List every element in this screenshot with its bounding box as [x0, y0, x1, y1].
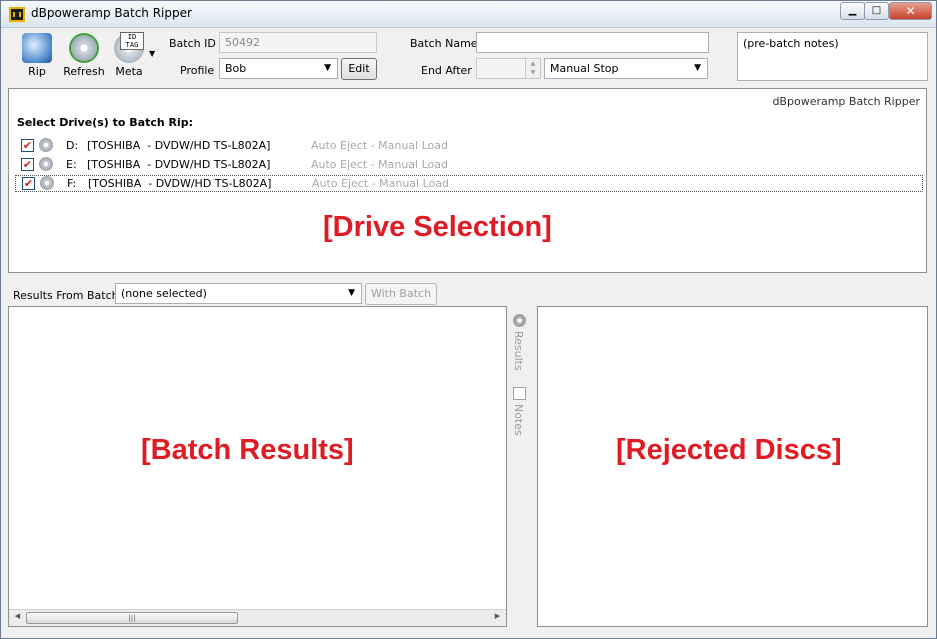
rejected-discs-placeholder: [Rejected Discs]: [616, 434, 842, 466]
refresh-label: Refresh: [63, 65, 105, 78]
drive-name: [TOSHIBA - DVDW/HD TS-L802A]: [87, 158, 271, 171]
cd-drive-icon: [39, 138, 53, 152]
results-batch-select[interactable]: (none selected) ▼: [115, 283, 362, 304]
batch-ripper-window: dBpoweramp Batch Ripper ▁ □ ✕ Rip Refres…: [0, 0, 937, 639]
close-icon: ✕: [905, 4, 916, 18]
title-bar: dBpoweramp Batch Ripper ▁ □ ✕: [1, 1, 936, 28]
checkmark-icon: ✔: [22, 139, 33, 152]
drive-letter: D:: [66, 139, 79, 152]
chevron-down-icon: ▼: [694, 63, 701, 73]
refresh-button[interactable]: Refresh: [63, 33, 105, 78]
maximize-button[interactable]: □: [864, 2, 889, 20]
rejected-discs-pane: [Rejected Discs]: [537, 306, 928, 627]
cd-drive-icon: [39, 157, 53, 171]
drive-selection-placeholder: [Drive Selection]: [323, 211, 552, 243]
batch-name-input[interactable]: [476, 32, 709, 53]
with-batch-button: With Batch >: [365, 283, 437, 319]
meta-label: Meta: [115, 65, 143, 78]
drive-f-checkbox[interactable]: ✔: [22, 177, 35, 190]
cd-drive-icon: [40, 176, 54, 190]
drive-e-checkbox[interactable]: ✔: [21, 158, 34, 171]
minimize-button[interactable]: ▁: [840, 2, 865, 20]
results-batch-value: (none selected): [121, 287, 207, 300]
end-after-label: End After: [421, 64, 472, 77]
results-from-batch-label: Results From Batch: [13, 289, 119, 302]
batch-id-field: 50492: [219, 32, 377, 53]
pre-batch-notes-input[interactable]: (pre-batch notes): [737, 32, 928, 81]
drive-selection-panel: dBpoweramp Batch Ripper Select Drive(s) …: [8, 88, 927, 273]
batch-results-placeholder: [Batch Results]: [141, 434, 354, 466]
batch-results-pane: [Batch Results] ◀ ||| ▶: [8, 306, 507, 627]
close-button[interactable]: ✕: [889, 2, 932, 20]
meta-button[interactable]: ID TAG Meta: [111, 32, 147, 78]
drive-name: [TOSHIBA - DVDW/HD TS-L802A]: [88, 177, 272, 190]
horizontal-scrollbar[interactable]: ◀ ||| ▶: [9, 609, 506, 626]
drive-letter: E:: [66, 158, 77, 171]
end-mode-select[interactable]: Manual Stop ▼: [544, 58, 708, 79]
drive-letter: F:: [67, 177, 77, 190]
rip-label: Rip: [28, 65, 46, 78]
chevron-down-icon: ▼: [348, 288, 355, 298]
chevron-down-icon: ▼: [324, 63, 331, 73]
meta-dropdown-arrow-icon[interactable]: ▼: [149, 49, 155, 58]
drive-status: Auto Eject - Manual Load: [311, 139, 448, 152]
drive-d-checkbox[interactable]: ✔: [21, 139, 34, 152]
drive-status: Auto Eject - Manual Load: [312, 177, 449, 190]
id-tag-icon: ID TAG: [120, 32, 144, 50]
drive-row-f[interactable]: ✔ F: [TOSHIBA - DVDW/HD TS-L802A] Auto E…: [15, 175, 923, 192]
batch-id-label: Batch ID: [169, 37, 216, 50]
profile-value: Bob: [225, 62, 247, 75]
minimize-icon: ▁: [848, 5, 857, 16]
profile-select[interactable]: Bob ▼: [219, 58, 338, 79]
checkmark-icon: ✔: [22, 158, 33, 171]
edit-profile-button[interactable]: Edit: [341, 58, 377, 80]
meta-icon: ID TAG: [114, 32, 144, 63]
tab-results[interactable]: Results: [512, 331, 525, 371]
tab-notes[interactable]: Notes: [512, 404, 525, 436]
results-tab-icon: [513, 314, 526, 327]
rip-icon: [22, 33, 52, 63]
drive-heading: Select Drive(s) to Batch Rip:: [17, 116, 194, 129]
checkmark-icon: ✔: [23, 177, 34, 190]
panel-caption: dBpoweramp Batch Ripper: [772, 95, 920, 108]
end-after-spinner: ▲ ▼: [525, 58, 541, 79]
rip-button[interactable]: Rip: [19, 33, 55, 78]
drive-row-d[interactable]: ✔ D: [TOSHIBA - DVDW/HD TS-L802A] Auto E…: [15, 137, 923, 154]
notes-tab-icon: [513, 387, 526, 400]
maximize-icon: □: [871, 5, 882, 16]
drive-name: [TOSHIBA - DVDW/HD TS-L802A]: [87, 139, 271, 152]
app-icon: [9, 7, 25, 22]
scroll-thumb[interactable]: |||: [26, 612, 238, 624]
refresh-icon: [69, 33, 99, 63]
drive-status: Auto Eject - Manual Load: [311, 158, 448, 171]
side-tabs: Results Notes: [509, 311, 531, 451]
window-title: dBpoweramp Batch Ripper: [31, 6, 192, 20]
profile-label: Profile: [180, 64, 215, 77]
drive-row-e[interactable]: ✔ E: [TOSHIBA - DVDW/HD TS-L802A] Auto E…: [15, 156, 923, 173]
batch-name-label: Batch Name: [410, 37, 478, 50]
scroll-right-icon[interactable]: ▶: [490, 612, 505, 624]
end-after-input: [476, 58, 526, 79]
end-mode-value: Manual Stop: [550, 62, 619, 75]
scroll-left-icon[interactable]: ◀: [10, 612, 25, 624]
